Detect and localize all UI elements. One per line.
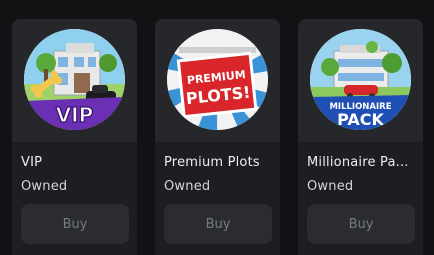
svg-text:VIP: VIP [56,103,94,127]
gamepass-grid: VIP VIP Owned Buy PREMIUM PLOTS! Premium… [0,0,434,255]
product-status: Owned [21,179,68,194]
product-name: Premium Plots [164,155,260,170]
product-card-premium-plots[interactable]: PREMIUM PLOTS! Premium Plots Owned Buy [155,19,280,255]
product-status: Owned [307,179,354,194]
product-name: Millionaire Pa... [307,155,409,170]
product-card-millionaire-pack[interactable]: MILLIONAIRE PACK Millionaire Pa... Owned… [298,19,423,255]
product-name: VIP [21,155,43,170]
product-status: Owned [164,179,211,194]
premium-plots-sign-icon: PREMIUM PLOTS! [167,29,268,130]
millionaire-pack-icon: MILLIONAIRE PACK [310,29,411,130]
product-thumbnail: MILLIONAIRE PACK [298,19,423,142]
vip-house-icon: VIP [24,29,125,130]
product-card-vip[interactable]: VIP VIP Owned Buy [12,19,137,255]
product-thumbnail: VIP [12,19,137,142]
svg-text:PACK: PACK [337,110,384,129]
buy-button[interactable]: Buy [307,204,415,244]
buy-button[interactable]: Buy [21,204,129,244]
product-thumbnail: PREMIUM PLOTS! [155,19,280,142]
buy-button[interactable]: Buy [164,204,272,244]
